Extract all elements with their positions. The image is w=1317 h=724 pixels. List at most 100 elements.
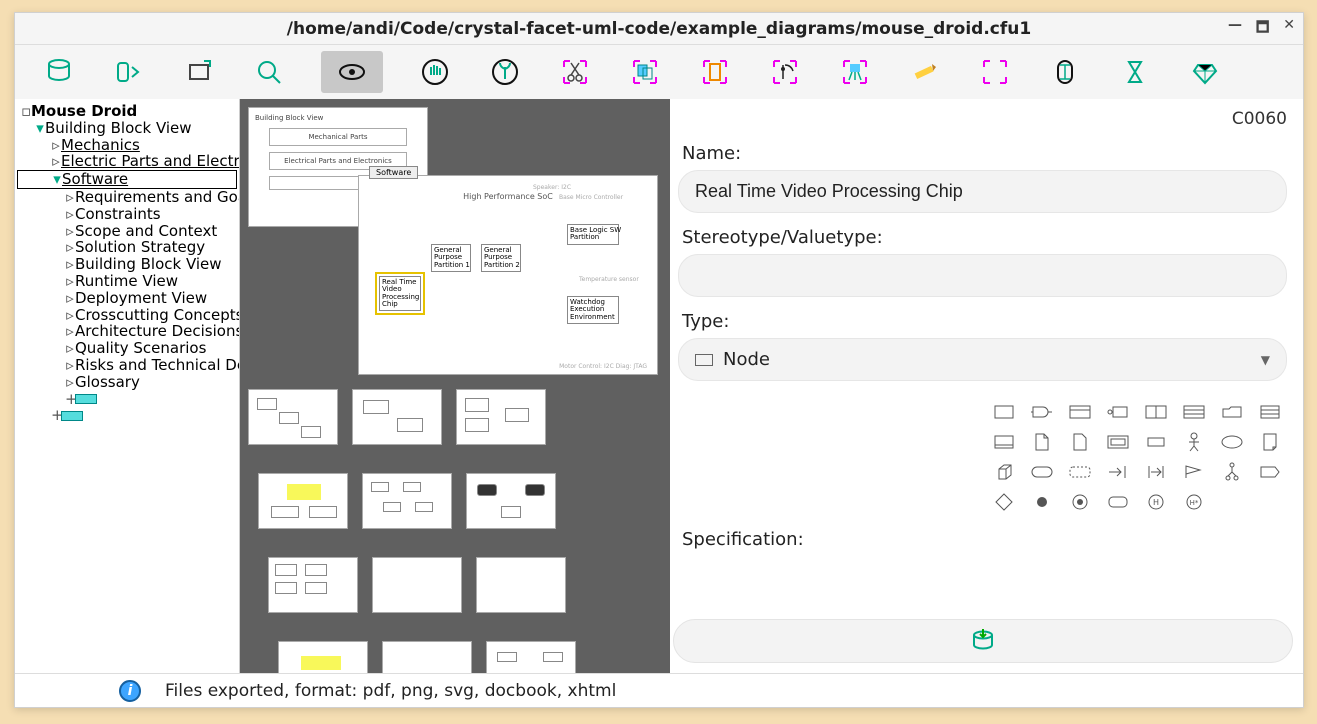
type-split-icon[interactable] xyxy=(1139,399,1173,425)
body-row: ▫Mouse Droid ▾Building Block View ▹Mecha… xyxy=(15,99,1303,673)
type-flag2-icon[interactable] xyxy=(1253,459,1287,485)
reaper-icon[interactable] xyxy=(767,54,803,90)
node-blsw[interactable]: Base Logic SW Partition xyxy=(567,224,619,245)
new-doc-icon[interactable] xyxy=(181,54,217,90)
type-container-icon[interactable] xyxy=(1063,399,1097,425)
commit-button[interactable] xyxy=(673,619,1293,663)
rotate-icon[interactable] xyxy=(697,54,733,90)
type-value: Node xyxy=(723,349,770,370)
child-thumb[interactable] xyxy=(486,641,576,673)
type-interface-icon[interactable] xyxy=(1101,399,1135,425)
child-thumb[interactable] xyxy=(466,473,556,529)
tree-sw-child[interactable]: ▹Building Block View xyxy=(17,256,237,273)
type-doc-icon[interactable] xyxy=(1025,429,1059,455)
type-pill-icon[interactable] xyxy=(1025,459,1059,485)
child-thumb[interactable] xyxy=(248,389,338,445)
tree-mechanics-label: Mechanics xyxy=(61,136,140,154)
type-footer-icon[interactable] xyxy=(987,429,1021,455)
tree-sw-child[interactable]: ▹Architecture Decisions xyxy=(17,323,237,340)
maximize-button[interactable]: 🗖 xyxy=(1256,17,1269,41)
type-cube-icon[interactable] xyxy=(987,459,1021,485)
child-thumb[interactable] xyxy=(382,641,472,673)
tree-sw-child[interactable]: ▹Risks and Technical Debts xyxy=(17,357,237,374)
node-gpp2[interactable]: General Purpose Partition 2 xyxy=(481,244,521,272)
child-thumb[interactable] xyxy=(456,389,546,445)
gem-icon[interactable] xyxy=(1187,54,1223,90)
child-thumb[interactable] xyxy=(362,473,452,529)
type-folder-icon[interactable] xyxy=(1215,399,1249,425)
status-text: Files exported, format: pdf, png, svg, d… xyxy=(165,681,616,701)
toolbar xyxy=(15,45,1303,99)
name-input[interactable] xyxy=(678,170,1287,213)
tree-leaf-1[interactable]: + xyxy=(17,391,237,408)
type-frame-icon[interactable] xyxy=(1101,429,1135,455)
type-gate-icon[interactable] xyxy=(1025,399,1059,425)
expand-icon[interactable] xyxy=(977,54,1013,90)
tree-sw-child[interactable]: ▹Constraints xyxy=(17,206,237,223)
tree-electric[interactable]: ▹Electric Parts and Electronics xyxy=(17,153,237,170)
tree-sw-child[interactable]: ▹Crosscutting Concepts xyxy=(17,307,237,324)
tree-sw-child[interactable]: ▹Glossary xyxy=(17,374,237,391)
type-history-deep-icon[interactable]: H* xyxy=(1177,489,1211,515)
pencil-icon[interactable] xyxy=(907,54,943,90)
child-thumb[interactable] xyxy=(278,641,368,673)
type-dropdown[interactable]: Node ▼ xyxy=(678,338,1287,381)
type-page-icon[interactable] xyxy=(1063,429,1097,455)
minimize-button[interactable]: — xyxy=(1228,17,1242,41)
child-thumb[interactable] xyxy=(476,557,566,613)
hourglass-out-icon[interactable] xyxy=(1047,54,1083,90)
paint-icon[interactable] xyxy=(837,54,873,90)
current-diagram[interactable]: Software High Performance SoC Speaker: I… xyxy=(358,175,658,375)
tree-software[interactable]: ▾Software xyxy=(17,170,237,189)
tree-bbv[interactable]: ▾Building Block View xyxy=(17,120,237,137)
child-thumb-grid xyxy=(248,389,662,673)
type-diamond-icon[interactable] xyxy=(987,489,1021,515)
tree-sw-child[interactable]: ▹Requirements and Goals xyxy=(17,189,237,206)
tree-mechanics[interactable]: ▹Mechanics xyxy=(17,137,237,154)
tree-leaf-2[interactable]: + xyxy=(17,407,237,424)
tree-sw-child[interactable]: ▹Solution Strategy xyxy=(17,239,237,256)
type-list-icon[interactable] xyxy=(1253,399,1287,425)
type-arrow-between-icon[interactable] xyxy=(1139,459,1173,485)
hourglass-in-icon[interactable] xyxy=(1117,54,1153,90)
type-fork-icon[interactable] xyxy=(1215,459,1249,485)
type-box-icon[interactable] xyxy=(1139,429,1173,455)
sprout-icon[interactable] xyxy=(487,54,523,90)
child-thumb[interactable] xyxy=(258,473,348,529)
node-rtvp[interactable]: Real Time Video Processing Chip xyxy=(379,276,421,311)
zoom-icon[interactable] xyxy=(251,54,287,90)
node-wdog[interactable]: Watchdog Execution Environment xyxy=(567,296,619,324)
type-flag-icon[interactable] xyxy=(1177,459,1211,485)
stereo-label: Stereotype/Valuetype: xyxy=(682,227,1287,248)
type-label: Type: xyxy=(682,311,1287,332)
type-note-icon[interactable] xyxy=(1253,429,1287,455)
stereo-input[interactable] xyxy=(678,254,1287,297)
type-history-icon[interactable]: H xyxy=(1139,489,1173,515)
hand-icon[interactable] xyxy=(417,54,453,90)
node-gpp1[interactable]: General Purpose Partition 1 xyxy=(431,244,471,272)
type-roundrect-icon[interactable] xyxy=(1101,489,1135,515)
type-ellipse-icon[interactable] xyxy=(1215,429,1249,455)
database-icon[interactable] xyxy=(41,54,77,90)
type-dashed-icon[interactable] xyxy=(1063,459,1097,485)
type-rect-icon[interactable] xyxy=(987,399,1021,425)
type-dot-icon[interactable] xyxy=(1025,489,1059,515)
tree-sw-child[interactable]: ▹Scope and Context xyxy=(17,223,237,240)
child-thumb[interactable] xyxy=(352,389,442,445)
child-thumb[interactable] xyxy=(372,557,462,613)
type-table-icon[interactable] xyxy=(1177,399,1211,425)
type-actor-icon[interactable] xyxy=(1177,429,1211,455)
import-export-icon[interactable] xyxy=(111,54,147,90)
close-button[interactable]: ✕ xyxy=(1283,17,1295,41)
type-arrow-in-icon[interactable] xyxy=(1101,459,1135,485)
cut-icon[interactable] xyxy=(557,54,593,90)
tree-root[interactable]: ▫Mouse Droid xyxy=(17,103,237,120)
tree-sw-child[interactable]: ▹Quality Scenarios xyxy=(17,340,237,357)
copy-icon[interactable] xyxy=(627,54,663,90)
spec-label: Specification: xyxy=(682,529,1287,550)
type-target-icon[interactable] xyxy=(1063,489,1097,515)
child-thumb[interactable] xyxy=(268,557,358,613)
eye-icon[interactable] xyxy=(321,51,383,93)
tree-sw-child[interactable]: ▹Deployment View xyxy=(17,290,237,307)
tree-sw-child[interactable]: ▹Runtime View xyxy=(17,273,237,290)
